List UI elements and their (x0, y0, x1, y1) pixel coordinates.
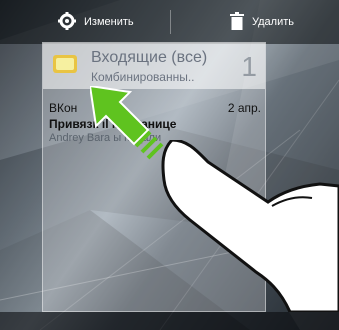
widget-subtitle: Комбинированны.. (91, 70, 195, 84)
widget-title: Входящие (все) (91, 49, 208, 66)
mail-icon (53, 55, 77, 73)
divider (170, 10, 171, 34)
bottom-bar (0, 312, 339, 330)
message-sender: ВКон (49, 101, 78, 115)
unread-count: 1 (241, 51, 257, 82)
widget-header[interactable]: Входящие (все) Комбинированны.. 1 (43, 43, 265, 89)
hand-gesture-icon (161, 140, 339, 312)
home-screen: Изменить Удалить Входящие (все) Комбинир… (0, 0, 339, 330)
delete-button[interactable]: Удалить (216, 0, 308, 44)
top-action-bar: Изменить Удалить (0, 0, 339, 44)
trash-icon (230, 11, 244, 33)
message-date: 2 апр. (227, 101, 261, 115)
edit-label: Изменить (84, 16, 134, 28)
delete-label: Удалить (252, 16, 294, 28)
gear-icon (58, 11, 76, 33)
edit-button[interactable]: Изменить (44, 0, 148, 44)
